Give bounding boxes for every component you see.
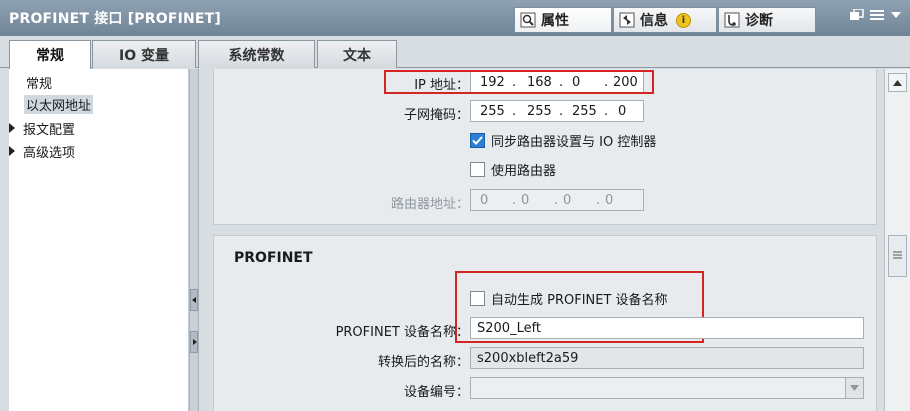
router-octet: 0	[521, 193, 530, 208]
nav-tree: 常规 以太网地址 报文配置 高级选项	[9, 69, 189, 411]
router-octet: 0	[563, 193, 572, 208]
nav-item-label: 报文配置	[23, 122, 76, 138]
vertical-scrollbar[interactable]	[884, 69, 910, 411]
ip-highlight-box	[384, 70, 654, 94]
tab-info-label: 信息	[640, 13, 668, 29]
tab-info[interactable]: 信息 i	[613, 7, 717, 33]
auto-name-label: 自动生成 PROFINET 设备名称	[491, 293, 668, 308]
main-tabs: 常规 IO 变量 系统常数 文本	[0, 36, 910, 69]
converted-name-label: 转换后的名称：	[377, 355, 469, 370]
mask-separator: .	[512, 104, 517, 119]
mask-separator: .	[559, 104, 564, 119]
subnet-mask-label: 子网掩码：	[403, 108, 469, 123]
scroll-thumb[interactable]	[888, 235, 907, 277]
nav-item-ethernet-address[interactable]: 以太网地址	[24, 94, 94, 114]
router-octet: 0	[605, 193, 614, 208]
device-number-dropdown[interactable]	[470, 377, 864, 399]
scroll-up-icon[interactable]	[888, 73, 907, 92]
tab-general[interactable]: 常规	[9, 40, 91, 69]
router-separator: .	[512, 193, 517, 208]
use-router-checkbox[interactable]: 使用路由器	[470, 160, 556, 179]
tab-properties[interactable]: 属性	[514, 7, 612, 33]
mask-octet: 0	[618, 104, 627, 119]
tab-io-tags[interactable]: IO 变量	[92, 40, 196, 68]
restore-icon[interactable]	[850, 8, 864, 24]
mask-separator: .	[604, 104, 609, 119]
collapse-left-icon[interactable]	[190, 289, 198, 311]
tab-diagnostics[interactable]: 诊断	[718, 7, 816, 33]
nav-item-label: 常规	[26, 76, 53, 92]
window-title: PROFINET 接口 [PROFINET]	[9, 11, 222, 27]
checkmark-icon[interactable]	[470, 133, 485, 148]
nav-item-label: 高级选项	[23, 145, 76, 161]
converted-name-field: s200xbleft2a59	[470, 347, 864, 369]
inspector-titlebar: PROFINET 接口 [PROFINET] 属性 信息 i 诊断	[0, 0, 910, 36]
profinet-heading: PROFINET	[234, 250, 313, 266]
chevron-down-icon[interactable]	[890, 9, 902, 24]
nav-item-advanced-options[interactable]: 高级选项	[5, 141, 75, 161]
nav-item-telegram-config[interactable]: 报文配置	[5, 118, 75, 138]
nav-item-label: 以太网地址	[24, 94, 94, 114]
expand-arrow-icon[interactable]	[9, 123, 15, 133]
use-router-label: 使用路由器	[491, 164, 557, 179]
checkbox-icon[interactable]	[470, 162, 485, 177]
expand-arrow-icon[interactable]	[9, 146, 15, 156]
router-octet: 0	[480, 193, 489, 208]
tab-system-constants[interactable]: 系统常数	[198, 40, 315, 68]
device-name-label: PROFINET 设备名称：	[335, 325, 469, 340]
list-icon[interactable]	[870, 9, 884, 24]
device-number-label: 设备编号：	[403, 385, 469, 400]
chevron-down-icon[interactable]	[845, 378, 863, 398]
router-address-field: 0 . 0 . 0 . 0	[470, 189, 644, 211]
mask-octet: 255	[572, 104, 597, 119]
subnet-mask-field[interactable]: 255 . 255 . 255 . 0	[470, 100, 644, 122]
diagnostics-icon	[723, 11, 741, 29]
info-badge-icon: i	[676, 12, 691, 28]
properties-icon	[519, 11, 537, 29]
tab-properties-label: 属性	[541, 13, 569, 29]
auto-name-checkbox[interactable]: 自动生成 PROFINET 设备名称	[470, 289, 668, 308]
tab-diagnostics-label: 诊断	[745, 13, 773, 29]
mask-octet: 255	[480, 104, 505, 119]
profinet-section: PROFINET 自动生成 PROFINET 设备名称 PROFINET 设备名…	[213, 235, 877, 411]
properties-content: IP 地址： 192 . 168 . 0 . 200 子网掩码： 255 . 2…	[199, 69, 884, 411]
nav-item-general[interactable]: 常规	[26, 72, 52, 92]
checkbox-icon[interactable]	[470, 291, 485, 306]
window-controls	[850, 8, 902, 24]
tab-texts[interactable]: 文本	[317, 40, 397, 68]
router-separator: .	[554, 193, 559, 208]
expand-right-icon[interactable]	[190, 331, 198, 353]
mask-octet: 255	[527, 104, 552, 119]
info-icon	[618, 11, 636, 29]
sync-router-checkbox[interactable]: 同步路由器设置与 IO 控制器	[470, 131, 656, 150]
device-name-input[interactable]: S200_Left	[470, 317, 864, 339]
ethernet-section: IP 地址： 192 . 168 . 0 . 200 子网掩码： 255 . 2…	[213, 69, 877, 225]
sync-router-label: 同步路由器设置与 IO 控制器	[491, 135, 657, 150]
router-address-label: 路由器地址：	[390, 197, 469, 212]
router-separator: .	[596, 193, 601, 208]
pane-splitter[interactable]	[189, 69, 199, 411]
